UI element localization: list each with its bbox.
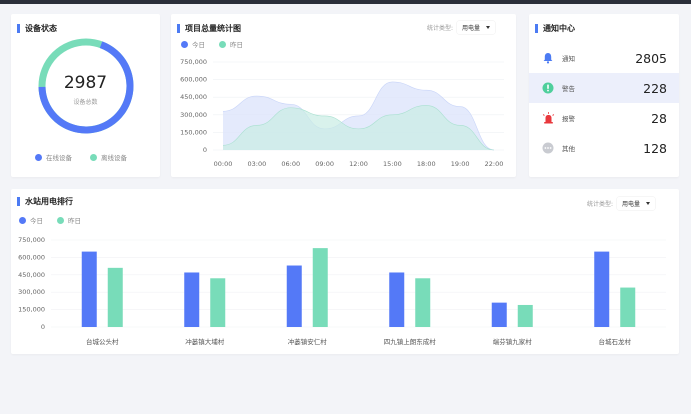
bar-today[interactable]: [286, 265, 302, 327]
bar-today[interactable]: [594, 251, 610, 327]
offline-dot: [90, 153, 97, 161]
x-tick-label: 22:00: [485, 160, 504, 168]
legend-online-label: 在线设备: [46, 154, 72, 162]
x-tick-label: 00:00: [214, 160, 233, 168]
notice-row-other[interactable]: 其他 128: [529, 133, 679, 163]
project-stat-control: 统计类型: 用电量: [427, 21, 496, 34]
bar-today[interactable]: [491, 302, 507, 327]
y-tick-label: 450,000: [18, 271, 45, 279]
y-tick-label: 0: [203, 146, 207, 154]
y-tick-label: 750,000: [180, 58, 207, 66]
x-tick-label: 19:00: [451, 160, 470, 168]
device-total: 2987: [63, 73, 108, 93]
y-tick-label: 150,000: [180, 128, 207, 136]
device-total-label: 设备总数: [73, 99, 98, 106]
y-tick-label: 150,000: [18, 306, 45, 314]
device-status-card: 设备状态 2987 设备总数 在线设备 离线设备: [11, 14, 160, 177]
station-bar-chart: 750,000 600,000 450,000 300,000 150,000 0 台城公头…: [18, 236, 666, 346]
legend-offline-label: 离线设备: [101, 154, 127, 162]
chevron-down-icon: [646, 202, 651, 205]
today-dot: [19, 216, 26, 224]
more-icon: [541, 141, 555, 155]
bar-yesterday[interactable]: [210, 278, 226, 327]
notice-row-alarm[interactable]: 报警 28: [529, 103, 679, 133]
x-tick-label: 15:00: [383, 160, 402, 168]
alarm-label: 报警: [562, 115, 575, 123]
bar-yesterday[interactable]: [107, 267, 123, 327]
alarm-icon: [541, 111, 555, 125]
x-category-label: 台城公头村: [86, 337, 119, 346]
stat-type-value: 用电量: [462, 25, 481, 32]
x-category-label: 端芬镇九家村: [493, 337, 533, 346]
warning-value: 228: [643, 80, 667, 96]
notice-row-notify[interactable]: 通知 2805: [529, 43, 679, 73]
notice-label: 通知: [562, 55, 575, 63]
bar-yesterday[interactable]: [312, 248, 328, 327]
stat-type-value: 用电量: [622, 201, 641, 208]
y-tick-label: 300,000: [18, 288, 45, 296]
stat-type-select[interactable]: 用电量: [617, 197, 656, 210]
x-tick-label: 09:00: [315, 160, 334, 168]
bar-today[interactable]: [81, 251, 97, 327]
top-bar: [0, 0, 691, 4]
notice-card: 通知中心 通知 2805 警告 228 报警 28 其他 128: [529, 14, 679, 177]
yesterday-dot: [57, 216, 64, 224]
legend-offline[interactable]: 离线设备: [90, 152, 127, 162]
station-stat-control: 统计类型: 用电量: [587, 197, 656, 210]
other-value: 128: [643, 140, 667, 156]
y-tick-label: 0: [41, 323, 45, 331]
project-chart-title: 项目总量统计图: [177, 24, 241, 33]
project-area-chart: 750,000 600,000 450,000 300,000 150,000 0 00:0…: [180, 58, 504, 168]
bell-icon: [541, 51, 555, 65]
bar-today[interactable]: [184, 272, 200, 327]
legend-online[interactable]: 在线设备: [35, 152, 72, 162]
warning-label: 警告: [562, 85, 575, 93]
station-ranking-card: 水站用电排行 今日 昨日 统计类型: 用电量 750,000 600,000 450…: [11, 189, 679, 354]
x-tick-label: 03:00: [248, 160, 267, 168]
notice-value: 2805: [635, 50, 667, 66]
x-tick-label: 12:00: [349, 160, 368, 168]
y-tick-label: 300,000: [180, 111, 207, 119]
warning-icon: [541, 81, 555, 95]
bar-yesterday[interactable]: [620, 287, 636, 327]
project-chart-card: 项目总量统计图 今日 昨日 统计类型: 用电量 750,000 600,000 45…: [171, 14, 516, 177]
notice-row-warning[interactable]: 警告 228: [529, 73, 679, 103]
alarm-value: 28: [651, 110, 667, 126]
bar-yesterday[interactable]: [517, 304, 533, 327]
x-tick-label: 18:00: [417, 160, 436, 168]
online-dot: [35, 153, 42, 161]
x-category-label: 冲蒌镇大埔村: [185, 337, 225, 346]
y-tick-label: 600,000: [18, 253, 45, 261]
x-category-label: 台城石龙村: [599, 337, 632, 346]
bar-today[interactable]: [389, 272, 405, 327]
y-tick-label: 450,000: [180, 93, 207, 101]
stat-type-label: 统计类型:: [587, 201, 614, 208]
stat-type-select[interactable]: 用电量: [457, 21, 496, 34]
bar-yesterday[interactable]: [415, 278, 431, 327]
x-category-label: 冲蒌镇安仁村: [288, 337, 328, 346]
other-label: 其他: [562, 145, 575, 153]
chevron-down-icon: [486, 26, 491, 29]
y-tick-label: 750,000: [18, 236, 45, 244]
y-tick-label: 600,000: [180, 76, 207, 84]
x-tick-label: 06:00: [281, 160, 300, 168]
stat-type-label: 统计类型:: [427, 25, 454, 32]
station-ranking-title: 水站用电排行: [17, 197, 73, 206]
x-category-label: 四九镇上朗东成村: [384, 337, 437, 346]
device-legend: 在线设备 离线设备: [35, 152, 137, 162]
notice-title: 通知中心: [535, 24, 575, 33]
